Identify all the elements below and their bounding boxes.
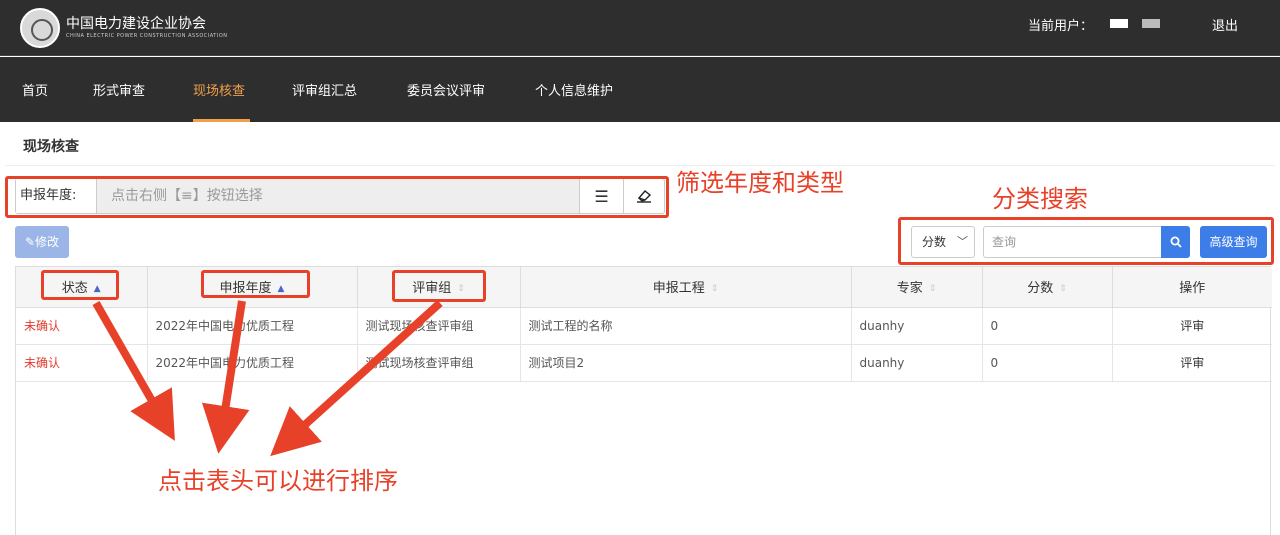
nav-item-form-review[interactable]: 形式审查 [93,80,145,99]
redacted-username-2 [1142,19,1160,28]
column-label: 申报工程 [652,281,705,297]
status-cell: 未确认 [16,307,148,345]
main-nav: 首页 形式审查 现场核查 评审组汇总 委员会议评审 个人信息维护 [0,57,1280,122]
org-name: 中国电力建设企业协会 [66,16,206,32]
group-cell: 测试现场核查评审组 [357,344,521,382]
annotation-search-note: 分类搜索 [992,185,1088,213]
column-header-expert[interactable]: 专家 ⇕ [851,267,983,308]
nav-item-site-check[interactable]: 现场核查 [193,80,245,99]
review-link[interactable]: 评审 [1112,307,1272,345]
table-row[interactable]: 未确认 2022年中国电力优质工程 测试现场核查评审组 测试项目2 duanhy… [16,344,1272,382]
nav-item-group-summary[interactable]: 评审组汇总 [292,80,357,99]
sort-both-icon: ⇕ [928,283,937,294]
expert-cell: duanhy [851,344,983,382]
column-header-score[interactable]: 分数 ⇕ [982,267,1113,308]
column-header-action: 操作 [1112,267,1272,308]
column-label: 分数 [1027,281,1054,297]
table-row[interactable]: 未确认 2022年中国电力优质工程 测试现场核查评审组 测试工程的名称 duan… [16,307,1272,345]
nav-item-home[interactable]: 首页 [22,80,48,99]
year-cell: 2022年中国电力优质工程 [147,344,358,382]
project-cell: 测试工程的名称 [520,307,852,345]
year-cell: 2022年中国电力优质工程 [147,307,358,345]
expert-cell: duanhy [851,307,983,345]
association-logo [20,8,60,48]
annotation-box-status-header [41,270,119,300]
annotation-box-search [898,217,1274,265]
logout-link[interactable]: 退出 [1212,15,1238,34]
review-link[interactable]: 评审 [1112,344,1272,382]
annotation-box-group-header [392,270,486,302]
page-title: 现场核查 [23,139,79,155]
column-label: 操作 [1179,281,1206,297]
status-cell: 未确认 [16,344,148,382]
score-cell: 0 [982,307,1113,345]
pencil-icon: ✎ [24,235,36,249]
nav-item-profile[interactable]: 个人信息维护 [535,80,613,99]
annotation-box-year-header [201,270,310,298]
annotation-filter-note: 筛选年度和类型 [676,169,844,197]
column-label: 专家 [896,281,923,297]
page-title-bar: 现场核查 [5,122,1275,166]
redacted-username [1110,19,1128,28]
annotation-sort-note: 点击表头可以进行排序 [158,467,398,495]
top-bar: 中国电力建设企业协会 CHINA ELECTRIC POWER CONSTRUC… [0,0,1280,56]
sort-both-icon: ⇕ [710,283,719,294]
group-cell: 测试现场核查评审组 [357,307,521,345]
column-header-project[interactable]: 申报工程 ⇕ [520,267,852,308]
sort-both-icon: ⇕ [1059,283,1067,294]
edit-button[interactable]: ✎修改 [15,226,69,258]
score-cell: 0 [982,344,1113,382]
current-user-label: 当前用户： [1028,19,1094,34]
org-name-en: CHINA ELECTRIC POWER CONSTRUCTION ASSOCI… [66,33,228,39]
annotation-box-filter [5,176,669,218]
project-cell: 测试项目2 [520,344,852,382]
nav-item-committee-review[interactable]: 委员会议评审 [407,80,485,99]
edit-button-label: 修改 [35,235,60,249]
